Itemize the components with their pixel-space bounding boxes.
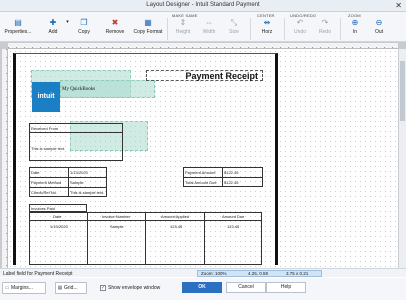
received-from-label[interactable]: Received From — [31, 126, 58, 131]
invoices-table-column-divider — [87, 212, 88, 265]
check-ref-value[interactable]: This is sample text. — [70, 190, 104, 195]
cancel-button[interactable]: Cancel — [226, 282, 266, 293]
scrollbar-thumb[interactable] — [400, 61, 405, 121]
date-label[interactable]: Date — [31, 170, 39, 175]
payment-method-label[interactable]: Payment Method — [31, 180, 61, 185]
remove-button[interactable]: ✖ Remove — [104, 18, 126, 42]
received-from-value[interactable]: This is sample text. — [31, 146, 65, 151]
total-amount-due-value[interactable]: $122.45 — [224, 180, 238, 185]
toolbar-divider — [284, 18, 285, 40]
invoices-table-column-divider — [145, 212, 146, 265]
zoom-out-icon: ⊖ — [375, 18, 383, 27]
copy-format-button[interactable]: ▦ Copy Format — [133, 18, 163, 42]
redo-button[interactable]: ↷ Redo — [315, 18, 335, 42]
payment-amount-label[interactable]: Payment Amount — [185, 170, 215, 175]
ok-button[interactable]: OK — [182, 282, 222, 293]
table-cell-amount-due[interactable]: 123.45 — [227, 224, 239, 229]
grid-icon: ▦ — [57, 285, 63, 291]
properties-button[interactable]: ▤ Properties... — [2, 18, 34, 42]
center-horizontal-icon: ⇹ — [263, 18, 271, 27]
window-titlebar: Layout Designer - Intuit Standard Paymen… — [0, 0, 406, 12]
check-ref-label[interactable]: Check/Ref No. — [31, 190, 57, 195]
column-header-invoice-number[interactable]: Invoice Number — [102, 214, 130, 219]
vertical-scrollbar[interactable] — [398, 49, 406, 268]
received-from-divider — [29, 132, 123, 133]
status-message: Label field for Payment Receipt — [3, 271, 73, 277]
window-title: Layout Designer - Intuit Standard Paymen… — [146, 2, 260, 8]
zoom-out-button[interactable]: ⊖ Out — [370, 18, 388, 42]
table-cell-invoice-number[interactable]: Sample — [110, 224, 124, 229]
copy-format-icon: ▦ — [144, 18, 152, 27]
show-envelope-checkbox[interactable]: ✓ — [100, 285, 106, 291]
zoom-in-icon: ⊕ — [351, 18, 359, 27]
company-name-label[interactable]: My QuickBooks — [62, 87, 95, 92]
close-icon[interactable]: ✕ — [395, 1, 402, 10]
amount-summary-row-divider — [183, 177, 263, 178]
margins-icon: ▭ — [4, 285, 10, 291]
date-value[interactable]: 1/13/2020 — [70, 170, 88, 175]
copy-button[interactable]: ❐ Copy — [75, 18, 93, 42]
add-icon: ✚ — [49, 18, 57, 27]
total-amount-due-label[interactable]: Total Amount Due — [185, 180, 217, 185]
zoom-status: Zoom: 100% 4.25, 0.59 3.75 x 0.21 — [197, 270, 322, 277]
size-icon: ⤡ — [230, 18, 238, 27]
payment-receipt-title[interactable]: Payment Receipt — [146, 70, 263, 81]
remove-icon: ✖ — [111, 18, 119, 27]
add-button[interactable]: ✚ Add — [42, 18, 64, 42]
table-cell-amount-applied[interactable]: 123.45 — [170, 224, 182, 229]
position-readout: 4.25, 0.59 — [248, 271, 269, 276]
make-same-size-button[interactable]: ⤡ Size — [224, 18, 244, 42]
margins-button[interactable]: ▭ Margins... — [2, 282, 46, 294]
toolbar: MAKE SAME CENTER UNDO/REDO ZOOM ▤ Proper… — [0, 12, 406, 42]
undo-button[interactable]: ↶ Undo — [290, 18, 310, 42]
make-same-height-button[interactable]: ⇕ Height — [172, 18, 194, 42]
chevron-down-icon: ▾ — [66, 19, 69, 25]
invoices-paid-label[interactable]: Invoices Paid — [31, 206, 55, 211]
zoom-in-button[interactable]: ⊕ In — [346, 18, 364, 42]
table-cell-date[interactable]: 1/13/2020 — [50, 224, 68, 229]
undo-icon: ↶ — [296, 18, 304, 27]
properties-icon: ▤ — [14, 18, 22, 27]
invoices-table-column-divider — [204, 212, 205, 265]
show-envelope-label: Show envelope window — [108, 285, 161, 291]
payment-amount-value[interactable]: $122.45 — [224, 170, 238, 175]
payment-method-value[interactable]: Sample — [70, 180, 84, 185]
column-header-date[interactable]: Date — [53, 214, 61, 219]
payment-info-row-divider — [29, 187, 107, 188]
grid-button[interactable]: ▦ Grid... — [55, 282, 87, 294]
payment-info-row-divider — [29, 177, 107, 178]
add-dropdown-button[interactable]: ▾ — [63, 18, 69, 42]
toolbar-divider — [340, 18, 341, 40]
company-logo[interactable]: intuit — [32, 82, 60, 112]
size-readout: 3.75 x 0.21 — [286, 271, 309, 276]
toolbar-divider — [167, 18, 168, 40]
help-button[interactable]: Help — [266, 282, 306, 293]
make-same-width-button[interactable]: ⇔ Width — [198, 18, 220, 42]
width-icon: ⇔ — [205, 18, 213, 27]
redo-icon: ↷ — [321, 18, 329, 27]
copy-icon: ❐ — [80, 18, 88, 27]
payment-info-column-divider — [68, 167, 69, 197]
toolbar-divider — [250, 18, 251, 40]
height-icon: ⇕ — [179, 18, 187, 27]
column-header-amount-due[interactable]: Amount Due — [222, 214, 244, 219]
column-header-amount-applied[interactable]: Amount Applied — [161, 214, 189, 219]
center-horz-button[interactable]: ⇹ Horz — [256, 18, 278, 42]
zoom-level: Zoom: 100% — [201, 271, 227, 276]
